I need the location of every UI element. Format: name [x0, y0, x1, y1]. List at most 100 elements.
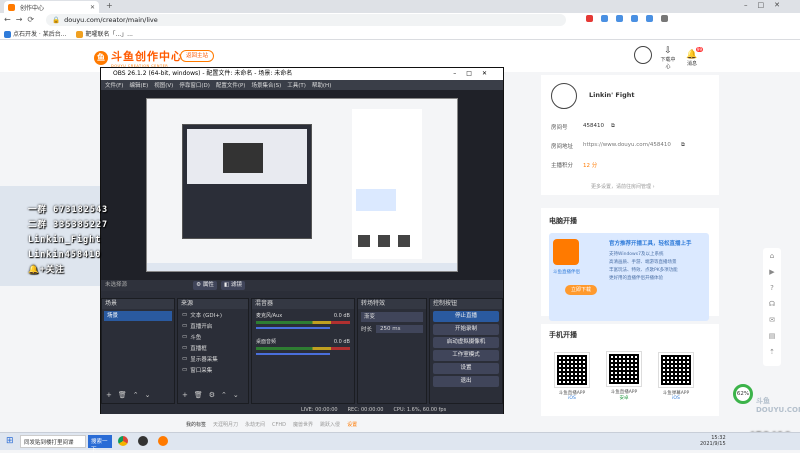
nav-buttons-icon[interactable]: ←→⟳ — [4, 15, 39, 24]
qr-code — [658, 351, 694, 388]
top-icon[interactable]: ⇡ — [763, 344, 781, 360]
source-item[interactable]: ▭ 直播框 — [178, 342, 248, 353]
more-settings-link[interactable]: 更多设置，请前往房间管理 › — [591, 183, 655, 190]
virtual-camera-button[interactable]: 启动虚拟摄像机 — [433, 337, 499, 348]
video-icon[interactable]: ▶ — [763, 264, 781, 280]
source-item[interactable]: ▭ 斗鱼 — [178, 331, 248, 342]
source-type-icon: ▭ — [182, 366, 188, 373]
stats-icon[interactable]: ▤ — [763, 328, 781, 344]
menu-profile[interactable]: 配置文件(P) — [216, 81, 246, 89]
menu-file[interactable]: 文件(F) — [105, 81, 123, 89]
obs-app-icon[interactable] — [138, 436, 148, 446]
source-item[interactable]: ▭ 直播开启 — [178, 320, 248, 331]
avatar[interactable] — [634, 46, 652, 64]
menu-view[interactable]: 视图(V) — [154, 81, 173, 89]
studio-mode-button[interactable]: 工作室模式 — [433, 350, 499, 361]
remove-icon[interactable]: 🗑 — [194, 391, 203, 399]
extension-icon[interactable] — [661, 15, 668, 22]
download-button[interactable]: 立即下载 — [565, 285, 597, 295]
exit-button[interactable]: 退出 — [433, 376, 499, 387]
help-icon[interactable]: ? — [763, 280, 781, 296]
sogou-icon[interactable] — [586, 15, 593, 22]
extension-icon[interactable] — [601, 15, 608, 22]
extension-icon[interactable] — [646, 15, 653, 22]
nested-page-panel — [352, 109, 422, 259]
douyu-logo[interactable]: 鱼 斗鱼创作中心 DOUYU CREATION CENTER — [94, 48, 183, 68]
obs-preview[interactable] — [101, 90, 503, 280]
douyu-watermark: 斗鱼 DOUYU.COM — [756, 397, 800, 414]
extension-icon[interactable] — [631, 15, 638, 22]
dock-title: 来源 — [178, 299, 248, 309]
down-icon[interactable]: ⌄ — [233, 391, 239, 399]
qr-list: 斗鱼直播APP iOS 斗鱼直播APP 安卓 斗鱼弹幕APP iOS — [554, 351, 694, 401]
menu-docks[interactable]: 停靠窗口(D) — [179, 81, 210, 89]
back-to-main-button[interactable]: 返回主站 — [180, 50, 214, 62]
stop-stream-button[interactable]: 停止直播 — [433, 311, 499, 322]
feature-list: 支持Windows7及以上系统 高清画质、手游、端游等直播场景 丰富玩法、特效、… — [609, 252, 678, 281]
taskbar-task[interactable]: 同发贴到楼打里间谍 — [20, 435, 86, 448]
volume-slider[interactable] — [256, 327, 330, 329]
copy-icon[interactable]: ⧉ — [611, 123, 615, 130]
download-center-link[interactable]: ⇩ 下载中心 — [660, 46, 676, 70]
window-controls-icon[interactable]: –□✕ — [453, 68, 497, 80]
search-button[interactable]: 搜索一下 — [88, 435, 112, 453]
source-type-icon: ▭ — [182, 355, 188, 362]
browser-tab[interactable]: 创作中心 ✕ — [4, 1, 99, 13]
qr-item: 斗鱼直播APP iOS — [554, 351, 590, 401]
points-label: 主播积分 — [551, 163, 574, 169]
source-item[interactable]: ▭ 显示器采集 — [178, 353, 248, 364]
remove-icon[interactable]: 🗑 — [118, 391, 127, 399]
down-icon[interactable]: ⌄ — [145, 391, 151, 399]
menu-edit[interactable]: 编辑(E) — [129, 81, 148, 89]
transition-select[interactable]: 渐变 — [361, 312, 423, 322]
douyin-handle: Linkin458410 — [28, 250, 102, 260]
controls-dock: 控制按钮 停止直播 开始录制 启动虚拟摄像机 工作室模式 设置 退出 — [429, 298, 503, 404]
close-tab-icon[interactable]: ✕ — [90, 4, 95, 11]
copy-icon[interactable]: ⧉ — [681, 142, 685, 149]
source-item[interactable]: ▭ 文本 (GDI+) — [178, 309, 248, 320]
headset-icon[interactable]: ☊ — [763, 296, 781, 312]
window-controls-icon[interactable]: –□✕ — [744, 1, 790, 9]
bookmark-item[interactable]: 点石开发 · 某后台... — [4, 29, 66, 38]
menu-tools[interactable]: 工具(T) — [287, 81, 306, 89]
filters-button[interactable]: ◧ 滤镜 — [221, 281, 245, 290]
duration-input[interactable]: 250 ms — [376, 325, 423, 333]
bookmarks-bar: 点石开发 · 某后台... 靶嚯联名「...」... — [0, 28, 800, 40]
menu-scene-collection[interactable]: 场景集合(S) — [251, 81, 281, 89]
feedback-icon[interactable]: ✉ — [763, 312, 781, 328]
url-input[interactable]: 🔒 douyu.com/creator/main/live — [46, 14, 566, 26]
points-value: 12 分 — [583, 163, 598, 169]
add-icon[interactable]: + — [106, 391, 112, 399]
douyu-app-icon[interactable] — [158, 436, 168, 446]
scene-toolbar: + 🗑 ⌃ ⌄ — [106, 391, 151, 399]
chrome-icon[interactable] — [118, 436, 128, 446]
section-title: 电脑开播 — [549, 217, 577, 225]
home-icon[interactable]: ⌂ — [763, 248, 781, 264]
source-item[interactable]: ▭ 窗口采集 — [178, 364, 248, 375]
lock-icon: 🔒 — [52, 16, 61, 24]
section-title: 手机开播 — [549, 331, 577, 339]
obs-menubar: 文件(F) 编辑(E) 视图(V) 停靠窗口(D) 配置文件(P) 场景集合(S… — [101, 80, 503, 90]
mobile-stream-card: 手机开播 斗鱼直播APP iOS 斗鱼直播APP 安卓 斗鱼弹幕APP iOS — [541, 324, 719, 416]
volume-slider[interactable] — [256, 353, 330, 355]
mixer-channel: 桌面音频 0.0 dB — [252, 335, 354, 361]
start-recording-button[interactable]: 开始录制 — [433, 324, 499, 335]
properties-button[interactable]: ⚙ 属性 — [193, 281, 217, 290]
new-tab-icon[interactable]: + — [106, 1, 113, 10]
settings-link[interactable]: 设置 — [347, 421, 357, 428]
source-type-icon: ▭ — [182, 333, 188, 340]
bookmark-item[interactable]: 靶嚯联名「...」... — [76, 29, 133, 38]
up-icon[interactable]: ⌃ — [221, 391, 227, 399]
settings-icon[interactable]: ⚙ — [209, 391, 215, 399]
add-icon[interactable]: + — [182, 391, 188, 399]
scene-item[interactable]: 场景 — [104, 311, 172, 321]
extension-icons — [586, 15, 670, 22]
start-icon[interactable]: ⊞ — [6, 436, 14, 446]
menu-help[interactable]: 帮助(H) — [312, 81, 331, 89]
cpu-status: CPU: 1.6%, 60.00 fps — [393, 406, 447, 413]
extension-icon[interactable] — [616, 15, 623, 22]
up-icon[interactable]: ⌃ — [133, 391, 139, 399]
messages-link[interactable]: 🔔 消息 99 — [684, 46, 703, 67]
settings-button[interactable]: 设置 — [433, 363, 499, 374]
performance-meter[interactable]: 62% — [733, 384, 753, 404]
